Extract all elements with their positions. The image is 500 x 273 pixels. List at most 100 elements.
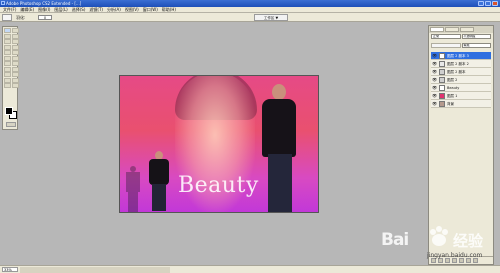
layer-name: Beauty (447, 86, 460, 90)
status-info (20, 267, 170, 273)
slice-tool-icon[interactable] (11, 39, 19, 44)
path-selection-tool-icon[interactable] (4, 66, 11, 72)
watermark-url: jingyan.baidu.com (427, 252, 483, 259)
tab-channels[interactable] (445, 27, 459, 32)
layer-name: 图层 2 副本 2 (447, 62, 469, 66)
close-button[interactable] (492, 1, 498, 6)
photoshop-logo-icon (1, 1, 5, 5)
layer-name: 图层 1 (447, 94, 458, 98)
minimize-button[interactable] (478, 1, 484, 6)
menu-analysis[interactable]: 分析(A) (107, 7, 121, 12)
magic-wand-tool-icon[interactable] (11, 33, 19, 39)
marquee-tool-icon[interactable] (11, 28, 19, 33)
tool-grid (3, 27, 19, 89)
options-bar: 羽化: 0 工作区 ▼ (0, 13, 500, 22)
layer-thumbnail (439, 101, 445, 107)
menu-layer[interactable]: 图层(L) (54, 7, 67, 12)
watermark: Bai 经验 jingyan.baidu.com (375, 216, 497, 266)
layer-name: 背景 (447, 102, 454, 106)
layer-row[interactable]: 👁 图层 2 副本 (431, 68, 491, 76)
crop-tool-icon[interactable] (4, 39, 11, 44)
document-canvas[interactable]: Beauty (120, 76, 318, 212)
layer-name: 图层 2 副本 (447, 70, 466, 74)
shape-tool-icon[interactable] (11, 72, 19, 77)
menu-help[interactable]: 帮助(H) (162, 7, 176, 12)
menu-edit[interactable]: 编辑(E) (20, 7, 34, 12)
menu-filter[interactable]: 滤镜(T) (89, 7, 103, 12)
zoom-tool-icon[interactable] (11, 83, 19, 88)
menu-select[interactable]: 选择(S) (72, 7, 86, 12)
layer-thumbnail (439, 93, 445, 99)
dodge-tool-icon[interactable] (11, 61, 19, 66)
layer-row[interactable]: 👁 图层 1 (431, 92, 491, 100)
layer-thumbnail (439, 61, 445, 67)
layer-row[interactable]: 👁 图层 2 副本 2 (431, 60, 491, 68)
quick-mask-mode-icon[interactable] (6, 122, 16, 127)
watermark-suffix-text: 经验 (453, 232, 484, 250)
eyedropper-tool-icon[interactable] (11, 77, 19, 83)
color-swatches (5, 107, 17, 119)
tab-paths[interactable] (460, 27, 474, 32)
foreground-color-swatch[interactable] (5, 107, 13, 115)
brush-tool-icon[interactable] (11, 44, 19, 50)
eye-icon[interactable]: 👁 (432, 101, 437, 106)
blend-mode-select[interactable]: 正常 (431, 34, 461, 39)
layer-thumbnail (439, 77, 445, 83)
man-faded-figure (124, 166, 142, 212)
clone-stamp-tool-icon[interactable] (4, 50, 11, 55)
history-brush-tool-icon[interactable] (11, 50, 19, 55)
layer-name: 图层 2 (447, 78, 458, 82)
tab-layers[interactable] (430, 27, 444, 32)
menu-window[interactable]: 窗口(W) (143, 7, 158, 12)
layer-row[interactable]: 👁 图层 2 副本 3 (431, 52, 491, 60)
title-bar: Adobe Photoshop CS2 Extended - [...] (0, 0, 500, 7)
opacity-field[interactable]: 不透明度 (461, 34, 491, 39)
maximize-button[interactable] (485, 1, 491, 6)
layer-row[interactable]: 👁 Beauty (431, 84, 491, 92)
notes-tool-icon[interactable] (4, 77, 11, 83)
toolbox (2, 26, 19, 130)
beauty-text-layer: Beauty (178, 173, 259, 198)
layer-thumbnail (439, 53, 445, 59)
feather-label: 羽化: (16, 15, 26, 20)
eye-icon[interactable]: 👁 (432, 85, 437, 90)
man-small-figure (146, 151, 172, 211)
eraser-tool-icon[interactable] (4, 55, 11, 61)
healing-brush-tool-icon[interactable] (4, 44, 11, 50)
panel-tabs (429, 26, 493, 33)
layer-thumbnail (439, 69, 445, 75)
feather-input[interactable]: 0 (38, 15, 52, 20)
layer-controls: 正常 不透明度 填充 (429, 33, 493, 51)
layer-row[interactable]: 👁 背景 (431, 100, 491, 108)
move-tool-icon[interactable] (4, 28, 11, 33)
pen-tool-icon[interactable] (4, 72, 11, 77)
tool-preset-picker[interactable] (2, 14, 12, 21)
watermark-brand-text: Bai (381, 230, 409, 250)
fill-field[interactable]: 填充 (461, 42, 491, 48)
layer-name: 图层 2 副本 3 (447, 54, 469, 58)
layer-row[interactable]: 👁 图层 2 (431, 76, 491, 84)
menu-view[interactable]: 视图(V) (125, 7, 139, 12)
lock-controls[interactable] (431, 42, 461, 48)
eye-icon[interactable]: 👁 (432, 93, 437, 98)
photoshop-window: Adobe Photoshop CS2 Extended - [...] 文件(… (0, 0, 500, 273)
zoom-level-field[interactable]: 33% (2, 267, 18, 272)
status-bar: 33% (0, 265, 500, 273)
type-tool-icon[interactable] (11, 66, 19, 72)
eye-icon[interactable]: 👁 (432, 77, 437, 82)
workspace-button[interactable]: 工作区 ▼ (254, 14, 288, 21)
hand-tool-icon[interactable] (4, 83, 11, 88)
eye-icon[interactable]: 👁 (432, 53, 437, 58)
layer-list: 👁 图层 2 副本 3 👁 图层 2 副本 2 👁 图层 2 副本 👁 图层 2 👁 Beauty… (431, 52, 491, 108)
window-title: Adobe Photoshop CS2 Extended - [...] (6, 1, 82, 6)
menu-image[interactable]: 图像(I) (38, 7, 50, 12)
text-layer-thumbnail (439, 85, 445, 91)
eye-icon[interactable]: 👁 (432, 69, 437, 74)
window-controls (478, 1, 498, 6)
lasso-tool-icon[interactable] (4, 33, 11, 39)
man-large-figure (258, 84, 302, 212)
eye-icon[interactable]: 👁 (432, 61, 437, 66)
gradient-tool-icon[interactable] (11, 55, 19, 61)
menu-file[interactable]: 文件(F) (3, 7, 16, 12)
blur-tool-icon[interactable] (4, 61, 11, 66)
